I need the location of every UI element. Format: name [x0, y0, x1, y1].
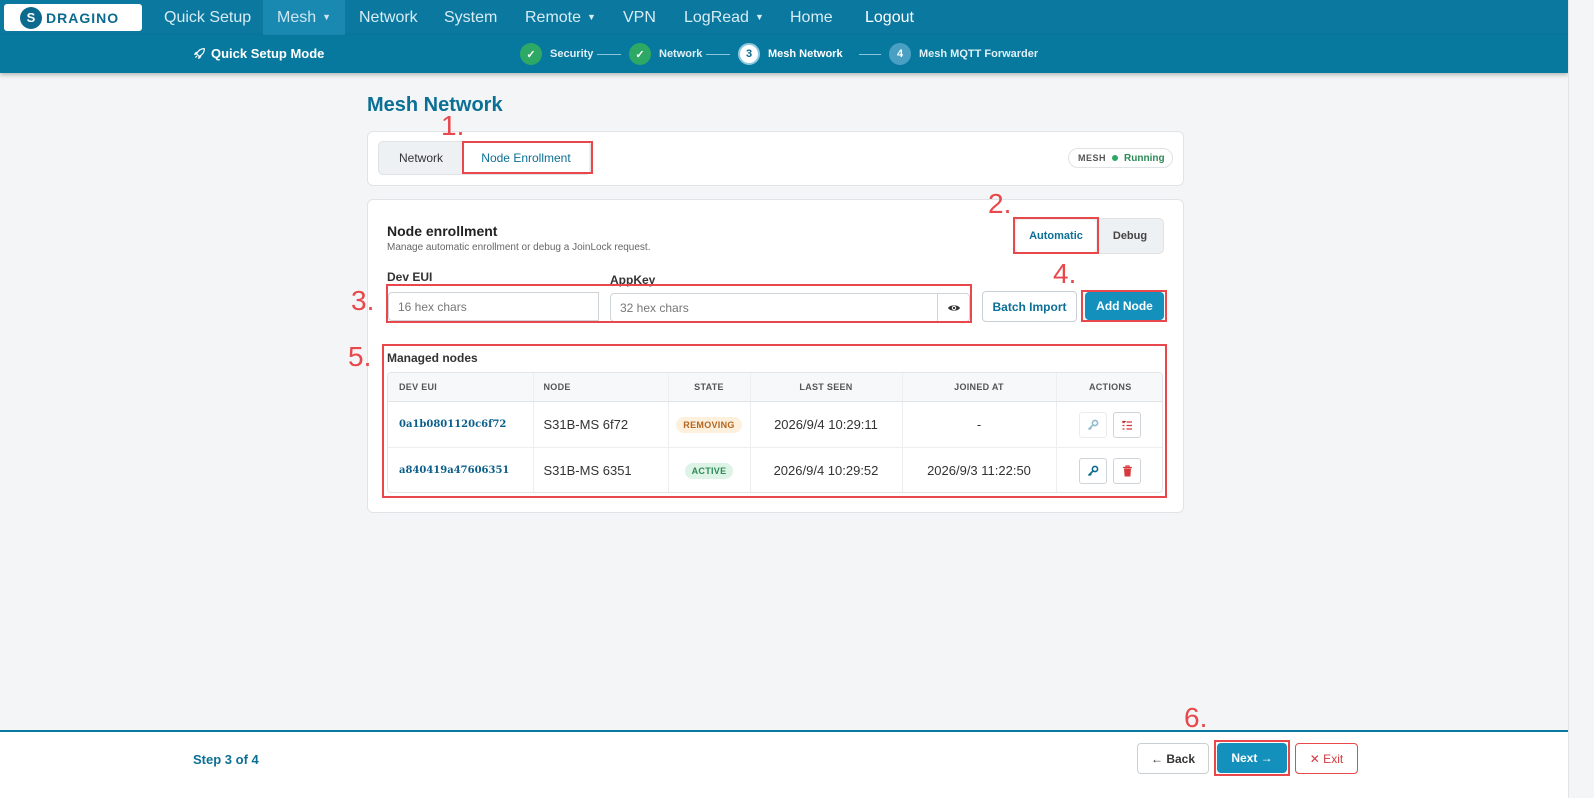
- nav-vpn[interactable]: VPN: [609, 0, 670, 35]
- step-connector: [706, 54, 730, 55]
- quick-setup-mode: Quick Setup Mode: [193, 46, 324, 61]
- status-badge-text: Running: [1124, 152, 1165, 164]
- nav-system[interactable]: System: [430, 0, 511, 35]
- annotation-label-6: 6.: [1184, 702, 1208, 733]
- exit-button[interactable]: ✕ Exit: [1295, 743, 1358, 774]
- status-dot-icon: [1112, 155, 1119, 161]
- step-network: ✓ Network: [629, 42, 702, 66]
- back-button[interactable]: ← Back: [1137, 743, 1209, 774]
- mesh-status-badge: MESH Running: [1068, 148, 1173, 168]
- nav-mesh[interactable]: Mesh ▼: [263, 0, 346, 35]
- annotation-label-3: 3.: [351, 285, 375, 316]
- step-security: ✓ Security: [520, 42, 593, 66]
- annotation-label-5: 5.: [348, 341, 372, 372]
- check-icon: ✓: [629, 43, 651, 65]
- annotation-label-4: 4.: [1053, 258, 1077, 289]
- rocket-icon: [194, 48, 205, 59]
- mode-debug-button[interactable]: Debug: [1098, 220, 1162, 252]
- vertical-scrollbar[interactable]: [1568, 0, 1594, 798]
- annotation-box-6: [1214, 740, 1290, 776]
- annotation-label-1: 1.: [441, 110, 465, 141]
- annotation-box-3: [386, 284, 972, 323]
- dev-eui-label: Dev EUI: [387, 270, 433, 284]
- nav-home[interactable]: Home: [776, 0, 847, 35]
- step-indicator: Step 3 of 4: [193, 752, 259, 767]
- dragino-logo-icon: S: [20, 6, 42, 29]
- annotation-label-2: 2.: [988, 188, 1012, 219]
- annotation-box-2: [1013, 217, 1099, 254]
- step-connector: [859, 54, 881, 55]
- step-mesh-mqtt-forwarder: 4 Mesh MQTT Forwarder: [889, 42, 1038, 66]
- check-icon: ✓: [520, 43, 542, 65]
- nav-network[interactable]: Network: [345, 0, 432, 35]
- status-badge-tag: MESH: [1078, 153, 1107, 163]
- batch-import-button[interactable]: Batch Import: [982, 291, 1077, 322]
- annotation-box-1: [462, 141, 593, 174]
- chevron-down-icon: ▼: [587, 12, 596, 22]
- tab-network[interactable]: Network: [379, 142, 463, 174]
- dragino-logo[interactable]: S DRAGINO: [4, 4, 142, 31]
- annotation-box-5: [382, 344, 1167, 498]
- chevron-down-icon: ▼: [754, 12, 764, 22]
- annotation-box-4: [1081, 290, 1167, 322]
- page-title: Mesh Network: [367, 94, 503, 116]
- chevron-down-icon: ▼: [322, 12, 332, 22]
- nav-quick-setup[interactable]: Quick Setup: [150, 0, 265, 35]
- section-title: Node enrollment: [387, 223, 498, 239]
- nav-logout[interactable]: Logout: [851, 0, 928, 35]
- section-subtitle: Manage automatic enrollment or debug a J…: [387, 242, 651, 253]
- logo-text: DRAGINO: [46, 9, 120, 26]
- step-connector: [597, 54, 621, 55]
- nav-remote[interactable]: Remote ▼: [511, 0, 610, 35]
- step-mesh-network: 3 Mesh Network: [738, 42, 843, 66]
- nav-logread[interactable]: LogRead ▼: [670, 0, 778, 35]
